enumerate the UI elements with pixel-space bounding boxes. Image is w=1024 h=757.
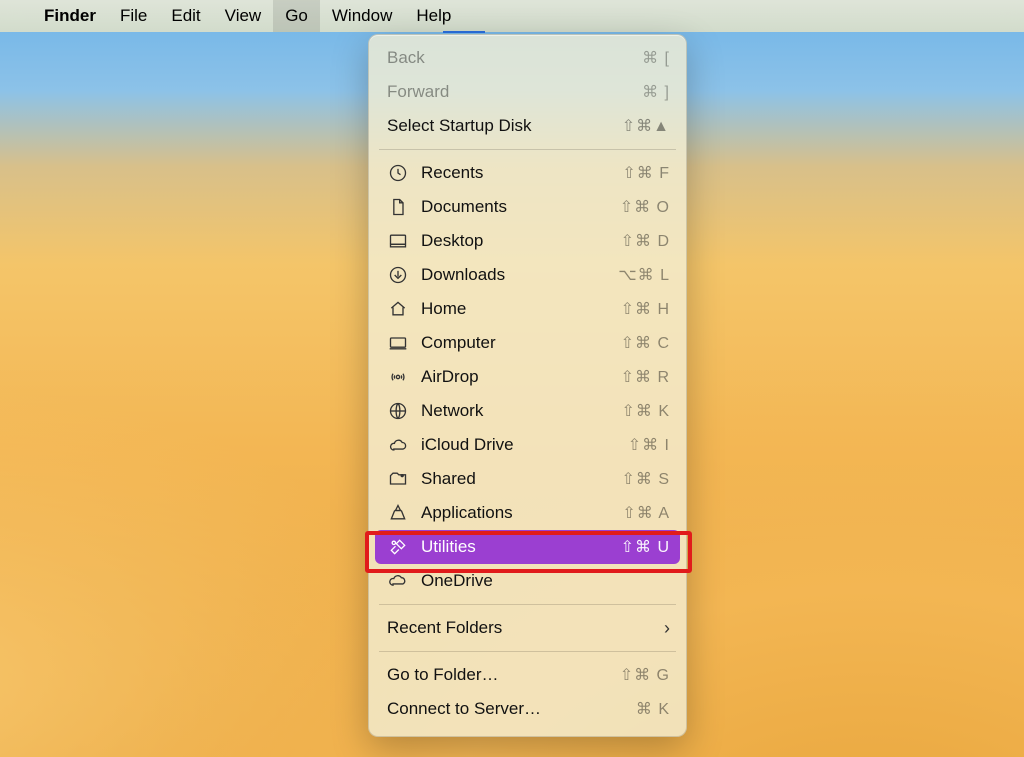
- shared-icon: [387, 469, 409, 489]
- menu-recent-folders[interactable]: Recent Folders ›: [369, 611, 686, 645]
- menu-shortcut: ⇧⌘ K: [621, 401, 670, 421]
- clock-icon: [387, 163, 409, 183]
- menu-label: Computer: [421, 333, 609, 353]
- menu-label: Recents: [421, 163, 610, 183]
- menu-label: AirDrop: [421, 367, 609, 387]
- menu-label: iCloud Drive: [421, 435, 616, 455]
- menu-separator: [379, 149, 676, 150]
- active-underline: [443, 31, 485, 33]
- applications-icon: [387, 503, 409, 523]
- chevron-right-icon: ›: [664, 618, 670, 639]
- menubar-help[interactable]: Help: [404, 0, 463, 32]
- cloud-icon: [387, 435, 409, 455]
- menubar-edit[interactable]: Edit: [159, 0, 212, 32]
- menu-label: Downloads: [421, 265, 606, 285]
- menubar-go[interactable]: Go: [273, 0, 320, 32]
- menu-home[interactable]: Home ⇧⌘ H: [369, 292, 686, 326]
- menu-label: Recent Folders: [387, 618, 652, 638]
- menu-applications[interactable]: Applications ⇧⌘ A: [369, 496, 686, 530]
- go-dropdown-menu: Back ⌘ [ Forward ⌘ ] Select Startup Disk…: [368, 34, 687, 737]
- menu-computer[interactable]: Computer ⇧⌘ C: [369, 326, 686, 360]
- menu-recents[interactable]: Recents ⇧⌘ F: [369, 156, 686, 190]
- menu-connect-to-server[interactable]: Connect to Server… ⌘ K: [369, 692, 686, 726]
- menu-label: Applications: [421, 503, 610, 523]
- menu-select-startup-disk[interactable]: Select Startup Disk ⇧⌘▲: [369, 109, 686, 143]
- menu-shortcut: ⇧⌘ U: [621, 537, 670, 557]
- menu-shortcut: ⇧⌘ F: [622, 163, 670, 183]
- menu-shortcut: ⇧⌘ C: [621, 333, 670, 353]
- menu-label: Home: [421, 299, 609, 319]
- menu-shortcut: ⇧⌘▲: [622, 116, 670, 136]
- download-icon: [387, 265, 409, 285]
- menu-label: Forward: [387, 82, 630, 102]
- menu-network[interactable]: Network ⇧⌘ K: [369, 394, 686, 428]
- onedrive-icon: [387, 571, 409, 591]
- menu-go-to-folder[interactable]: Go to Folder… ⇧⌘ G: [369, 658, 686, 692]
- menu-shared[interactable]: Shared ⇧⌘ S: [369, 462, 686, 496]
- menubar-window[interactable]: Window: [320, 0, 404, 32]
- menu-label: Select Startup Disk: [387, 116, 610, 136]
- menu-forward[interactable]: Forward ⌘ ]: [369, 75, 686, 109]
- menu-downloads[interactable]: Downloads ⌥⌘ L: [369, 258, 686, 292]
- menu-label: Go to Folder…: [387, 665, 608, 685]
- menu-shortcut: ⇧⌘ D: [621, 231, 670, 251]
- menu-shortcut: ⇧⌘ R: [621, 367, 670, 387]
- menubar: Finder File Edit View Go Window Help: [0, 0, 1024, 32]
- menu-separator: [379, 651, 676, 652]
- menu-utilities[interactable]: Utilities ⇧⌘ U: [375, 530, 680, 564]
- menu-shortcut: ⌥⌘ L: [618, 265, 670, 285]
- menu-shortcut: ⌘ K: [636, 699, 670, 719]
- menu-shortcut: ⇧⌘ O: [620, 197, 670, 217]
- menu-airdrop[interactable]: AirDrop ⇧⌘ R: [369, 360, 686, 394]
- menu-label: Desktop: [421, 231, 609, 251]
- menu-shortcut: ⌘ ]: [642, 82, 670, 102]
- menu-label: Connect to Server…: [387, 699, 624, 719]
- menu-shortcut: ⇧⌘ A: [622, 503, 670, 523]
- menu-desktop[interactable]: Desktop ⇧⌘ D: [369, 224, 686, 258]
- menu-separator: [379, 604, 676, 605]
- menu-shortcut: ⇧⌘ S: [621, 469, 670, 489]
- menu-documents[interactable]: Documents ⇧⌘ O: [369, 190, 686, 224]
- home-icon: [387, 299, 409, 319]
- menu-label: Documents: [421, 197, 608, 217]
- menu-label: Shared: [421, 469, 609, 489]
- menu-onedrive[interactable]: OneDrive: [369, 564, 686, 598]
- menubar-file[interactable]: File: [108, 0, 159, 32]
- menubar-app-name[interactable]: Finder: [32, 0, 108, 32]
- desktop-icon: [387, 231, 409, 251]
- menubar-view[interactable]: View: [213, 0, 274, 32]
- airdrop-icon: [387, 367, 409, 387]
- computer-icon: [387, 333, 409, 353]
- menu-label: Utilities: [421, 537, 609, 557]
- menu-label: Back: [387, 48, 630, 68]
- utilities-icon: [387, 537, 409, 557]
- menu-icloud-drive[interactable]: iCloud Drive ⇧⌘ I: [369, 428, 686, 462]
- menu-shortcut: ⌘ [: [642, 48, 670, 68]
- menu-label: Network: [421, 401, 609, 421]
- menu-shortcut: ⇧⌘ H: [621, 299, 670, 319]
- menu-shortcut: ⇧⌘ I: [628, 435, 670, 455]
- network-icon: [387, 401, 409, 421]
- menu-label: OneDrive: [421, 571, 658, 591]
- document-icon: [387, 197, 409, 217]
- menu-shortcut: ⇧⌘ G: [620, 665, 670, 685]
- menu-back[interactable]: Back ⌘ [: [369, 41, 686, 75]
